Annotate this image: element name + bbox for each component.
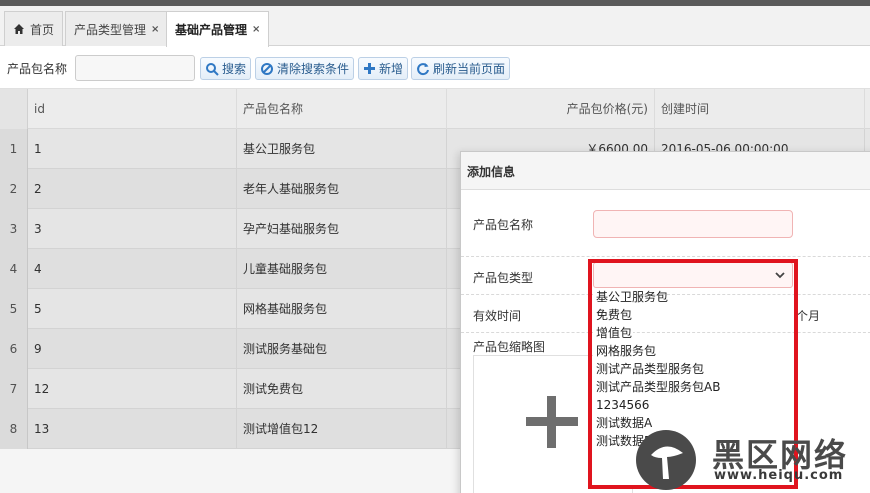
valid-label: 有效时间	[473, 309, 522, 323]
watermark-url: www.heiqu.com	[714, 468, 844, 483]
row-number: 4	[0, 249, 28, 289]
cell-id: 4	[28, 249, 237, 289]
cell-name: 孕产妇基础服务包	[237, 209, 447, 249]
search-button[interactable]: 搜索	[200, 57, 252, 80]
refresh-icon	[417, 62, 429, 75]
add-image-plus-icon[interactable]	[522, 392, 582, 452]
search-label: 产品包名称	[7, 62, 68, 76]
search-icon	[206, 62, 219, 76]
row-number: 1	[0, 129, 28, 169]
cell-name: 网格基础服务包	[237, 289, 447, 329]
cell-id: 9	[28, 329, 237, 369]
type-label: 产品包类型	[473, 271, 534, 285]
valid-unit: 个月	[796, 309, 821, 323]
button-label: 刷新当前页面	[433, 62, 506, 76]
button-label: 清除搜索条件	[277, 62, 350, 76]
cell-name: 儿童基础服务包	[237, 249, 447, 289]
name-input[interactable]	[593, 210, 793, 238]
column-header-name[interactable]: 产品包名称	[237, 89, 447, 129]
row-number: 3	[0, 209, 28, 249]
cell-id: 5	[28, 289, 237, 329]
home-icon	[14, 24, 24, 34]
tab-label: 产品类型管理	[74, 22, 147, 37]
cell-name: 测试增值包12	[237, 409, 447, 449]
clear-search-button[interactable]: 清除搜索条件	[255, 57, 355, 80]
cell-id: 1	[28, 129, 237, 169]
refresh-button[interactable]: 刷新当前页面	[411, 57, 511, 80]
cell-id: 3	[28, 209, 237, 249]
column-header-created[interactable]: 创建时间	[655, 89, 865, 129]
name-label: 产品包名称	[473, 218, 534, 232]
button-label: 搜索	[222, 62, 247, 76]
cell-name: 测试服务基础包	[237, 329, 447, 369]
cell-name: 测试免费包	[237, 369, 447, 409]
tab-bar: 首页 产品类型管理 × 基础产品管理 ×	[0, 6, 870, 47]
row-number: 6	[0, 329, 28, 369]
grid-header: id 产品包名称 产品包价格(元) 创建时间	[0, 89, 870, 129]
form-row-name: 产品包名称	[461, 190, 870, 257]
tab-home[interactable]: 首页	[4, 11, 64, 46]
plus-icon	[364, 63, 375, 74]
dialog-title: 添加信息	[461, 152, 870, 190]
add-button[interactable]: 新增	[358, 57, 409, 80]
tab-label: 首页	[30, 22, 55, 37]
close-icon[interactable]: ×	[252, 24, 260, 35]
column-header-id[interactable]: id	[28, 89, 237, 129]
cell-name: 基公卫服务包	[237, 129, 447, 169]
column-header-price[interactable]: 产品包价格(元)	[447, 89, 655, 129]
thumb-label: 产品包缩略图	[473, 340, 546, 354]
tab-product-type[interactable]: 产品类型管理 ×	[65, 11, 169, 46]
tab-label: 基础产品管理	[175, 23, 248, 37]
cell-id: 2	[28, 169, 237, 209]
cell-id: 13	[28, 409, 237, 449]
ban-icon	[261, 62, 273, 75]
row-number: 2	[0, 169, 28, 209]
tab-basic-product[interactable]: 基础产品管理 ×	[166, 11, 270, 47]
rownum-header	[0, 89, 28, 129]
row-number: 7	[0, 369, 28, 409]
row-number: 8	[0, 409, 28, 449]
button-label: 新增	[379, 62, 404, 76]
toolbar: 产品包名称 搜索 清除搜索条件 新增 刷新当前页面	[0, 47, 870, 89]
row-number: 5	[0, 289, 28, 329]
close-icon[interactable]: ×	[151, 24, 159, 35]
cell-id: 12	[28, 369, 237, 409]
search-input[interactable]	[75, 55, 195, 81]
cell-name: 老年人基础服务包	[237, 169, 447, 209]
